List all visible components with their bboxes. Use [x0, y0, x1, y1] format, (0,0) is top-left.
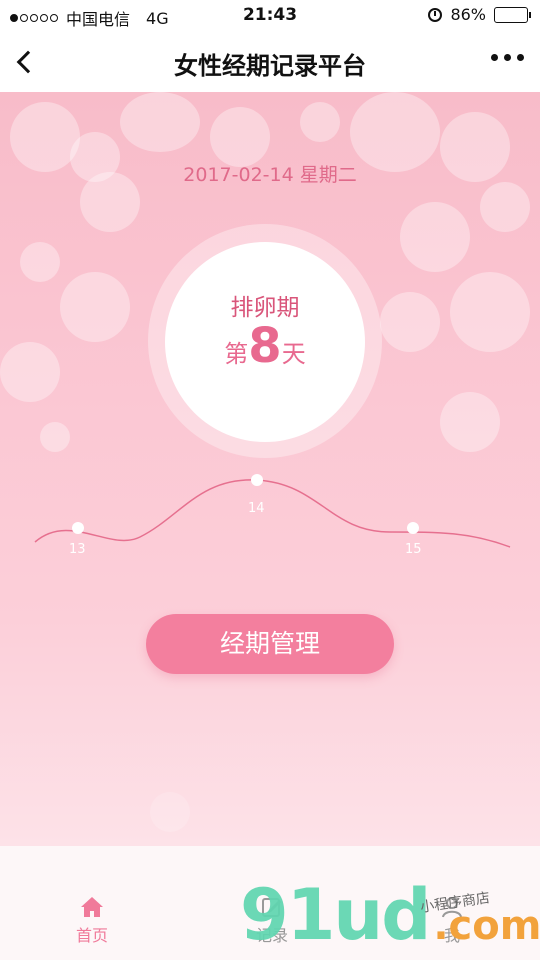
- day-point-14: [251, 474, 263, 486]
- nav-bar: 女性经期记录平台: [0, 32, 540, 92]
- tab-home[interactable]: 首页: [52, 896, 132, 946]
- more-options-button[interactable]: [491, 54, 524, 61]
- cycle-curve-line: [34, 479, 511, 548]
- alarm-icon: [428, 7, 443, 22]
- more-dot-icon: [491, 54, 498, 61]
- day-point-label: 13: [69, 542, 86, 557]
- status-bar: 中国电信 4G 21:43 86%: [0, 0, 540, 32]
- battery-icon: [494, 6, 531, 23]
- period-management-button[interactable]: 经期管理: [146, 614, 394, 674]
- more-dot-icon: [517, 54, 524, 61]
- tab-home-label: 首页: [75, 926, 108, 945]
- home-icon: [81, 897, 103, 917]
- battery-percent: 86%: [450, 5, 486, 24]
- day-point-label: 14: [248, 501, 265, 516]
- day-point-15: [407, 522, 419, 534]
- cycle-curve: [34, 474, 511, 548]
- page-title: 女性经期记录平台: [174, 52, 366, 80]
- watermark-logo: 91ud .com: [240, 880, 540, 950]
- day-point-13: [72, 522, 84, 534]
- status-right: 86%: [428, 5, 531, 24]
- main-panel: 2017-02-14 星期二 排卵期 第8天 13 14 15 经期管理: [0, 92, 540, 846]
- day-point-label: 15: [405, 542, 422, 557]
- watermark-main-text: 91ud: [240, 874, 431, 956]
- more-dot-icon: [504, 54, 511, 61]
